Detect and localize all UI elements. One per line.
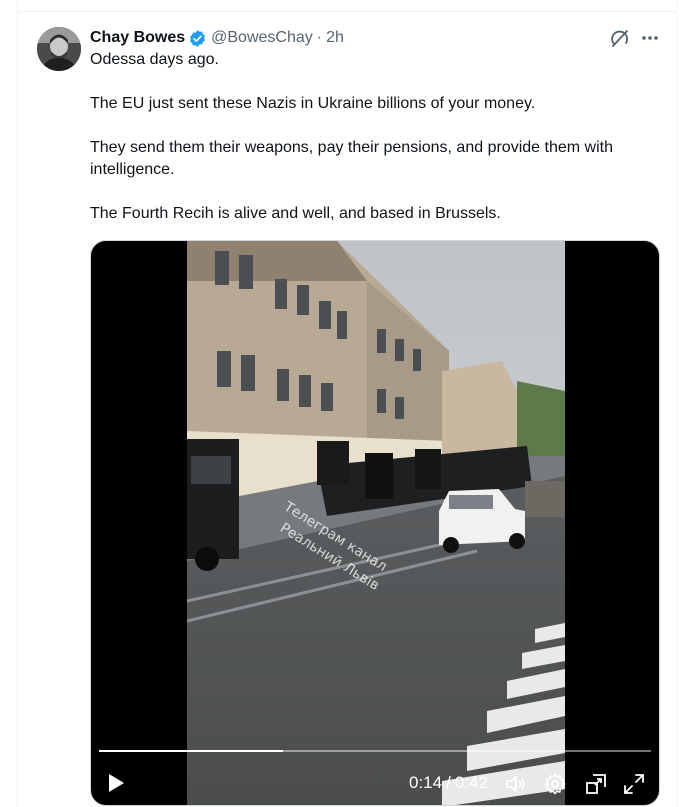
play-button[interactable] xyxy=(103,770,129,796)
current-time: 0:14 xyxy=(409,773,443,792)
video-progress-fill xyxy=(99,750,283,752)
display-name[interactable]: Chay Bowes xyxy=(90,29,185,47)
grok-icon[interactable] xyxy=(609,27,631,49)
play-icon xyxy=(109,774,124,792)
time-separator: / xyxy=(446,773,451,792)
divider xyxy=(17,11,677,12)
separator-dot: · xyxy=(316,29,323,46)
volume-icon xyxy=(506,776,525,792)
fullscreen-button[interactable] xyxy=(621,771,647,797)
tweet-paragraph: The EU just sent these Nazis in Ukraine … xyxy=(90,95,536,112)
tweet-paragraph: They send them their weapons, pay their … xyxy=(90,139,613,178)
tweet-paragraph: The Fourth Recih is alive and well, and … xyxy=(90,205,501,222)
video-player[interactable]: Телеграм канал Реальний Львів 0:14 / 0:4… xyxy=(90,240,660,806)
fullscreen-icon xyxy=(624,774,644,794)
time-readout: 0:14 / 0:42 xyxy=(409,773,488,793)
settings-button[interactable] xyxy=(542,771,568,797)
more-icon[interactable] xyxy=(639,27,661,49)
volume-button[interactable] xyxy=(503,771,529,797)
gear-icon xyxy=(544,773,566,795)
timestamp[interactable]: 2h xyxy=(326,29,344,47)
tweet-paragraph: Odessa days ago. xyxy=(90,51,219,68)
video-progress-bar[interactable] xyxy=(99,750,651,752)
video-controls: 0:14 / 0:42 xyxy=(91,761,659,805)
video-frame[interactable]: Телеграм канал Реальний Львів xyxy=(187,241,565,805)
tweet-header: Chay Bowes @BowesChay · 2h xyxy=(90,27,344,49)
tweet-text: Odessa days ago. The EU just sent these … xyxy=(90,49,660,225)
picture-in-picture-icon xyxy=(586,774,606,794)
picture-in-picture-button[interactable] xyxy=(583,771,609,797)
user-handle[interactable]: @BowesChay xyxy=(211,29,313,47)
verified-badge-icon xyxy=(188,29,207,48)
duration: 0:42 xyxy=(454,773,488,792)
avatar[interactable] xyxy=(37,27,81,71)
